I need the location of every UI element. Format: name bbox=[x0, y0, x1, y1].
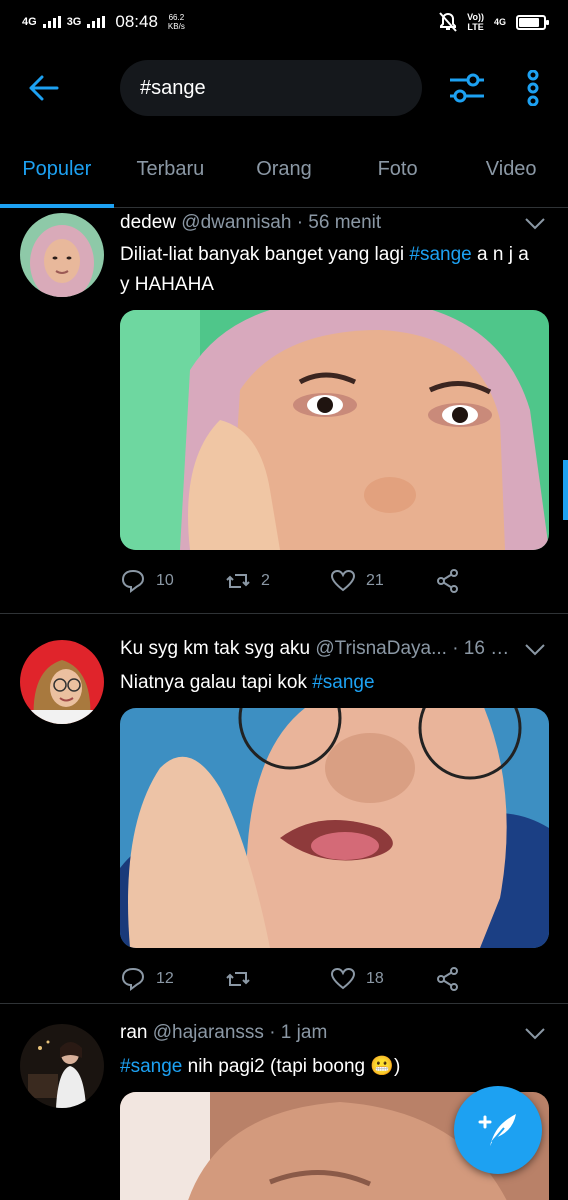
tab-terbaru[interactable]: Terbaru bbox=[114, 140, 228, 207]
retweet-button[interactable]: 2 bbox=[225, 568, 330, 594]
speed-value: 66.2 bbox=[168, 13, 185, 22]
like-count: 18 bbox=[366, 970, 384, 987]
chevron-down-icon[interactable] bbox=[524, 216, 546, 232]
signal-icon bbox=[42, 16, 61, 28]
reply-button[interactable]: 10 bbox=[120, 568, 225, 594]
scrollbar[interactable] bbox=[563, 460, 568, 520]
like-button[interactable]: 18 bbox=[330, 966, 435, 992]
volte-bottom: LTE bbox=[467, 22, 484, 32]
tweet-text-after: nih pagi2 (tapi boong 😬) bbox=[182, 1056, 401, 1077]
tweet-feed: dedew @dwannisah · 56 menit Diliat-liat … bbox=[0, 208, 568, 1200]
tweet-text: Diliat-liat banyak banget yang lagi #san… bbox=[120, 240, 538, 300]
reply-count: 10 bbox=[156, 572, 174, 589]
chevron-down-icon[interactable] bbox=[524, 642, 546, 658]
chevron-down-icon[interactable] bbox=[524, 1026, 546, 1042]
timestamp: · 56 menit bbox=[296, 212, 382, 233]
hashtag-link[interactable]: #sange bbox=[409, 244, 471, 265]
network-type-2: 3G bbox=[66, 15, 82, 28]
tweet-header: ran @hajaransss · 1 jam bbox=[120, 1022, 520, 1044]
tweet-actions: 10 2 21 bbox=[120, 566, 540, 596]
tab-populer[interactable]: Populer bbox=[0, 140, 114, 208]
more-options-button[interactable] bbox=[520, 69, 546, 107]
share-icon bbox=[437, 967, 458, 991]
tab-video[interactable]: Video bbox=[454, 140, 568, 207]
avatar[interactable] bbox=[20, 1024, 104, 1108]
battery-icon bbox=[516, 14, 549, 30]
tweet[interactable]: Ku syg km tak syg aku @TrisnaDaya... · 1… bbox=[0, 614, 568, 1004]
display-name[interactable]: dedew bbox=[120, 212, 176, 233]
reply-icon bbox=[121, 967, 145, 991]
tweet[interactable]: dedew @dwannisah · 56 menit Diliat-liat … bbox=[0, 208, 568, 614]
tweet-text: #sange nih pagi2 (tapi boong 😬) bbox=[120, 1052, 538, 1082]
share-button[interactable] bbox=[435, 966, 540, 992]
handle[interactable]: @TrisnaDaya... bbox=[315, 638, 447, 659]
tweet-photo[interactable] bbox=[120, 310, 549, 550]
like-button[interactable]: 21 bbox=[330, 568, 435, 594]
like-count: 21 bbox=[366, 572, 384, 589]
timestamp: · 16 menit bbox=[452, 638, 520, 659]
tab-orang[interactable]: Orang bbox=[227, 140, 341, 207]
tab-foto[interactable]: Foto bbox=[341, 140, 455, 207]
compose-tweet-button[interactable] bbox=[454, 1086, 542, 1174]
volte-top: Vo)) bbox=[467, 12, 484, 22]
timestamp: · 1 jam bbox=[269, 1022, 328, 1043]
retweet-count: 2 bbox=[261, 572, 270, 589]
reply-count: 12 bbox=[156, 970, 174, 987]
handle[interactable]: @hajaransss bbox=[153, 1022, 264, 1043]
back-arrow-icon bbox=[29, 75, 59, 101]
search-tabs: Populer Terbaru Orang Foto Video bbox=[0, 140, 568, 208]
more-vertical-icon bbox=[527, 69, 539, 107]
like-icon bbox=[330, 967, 356, 990]
search-input[interactable]: #sange bbox=[120, 60, 422, 116]
tweet-text: Niatnya galau tapi kok #sange bbox=[120, 668, 538, 698]
like-icon bbox=[330, 569, 356, 592]
search-query: #sange bbox=[140, 76, 206, 99]
reply-icon bbox=[121, 569, 145, 593]
avatar[interactable] bbox=[20, 213, 104, 297]
back-button[interactable] bbox=[26, 70, 62, 106]
speed-unit: KB/s bbox=[167, 22, 185, 31]
status-bar: 4G 3G 08:48 66.2 KB/s Vo)) LTE 4G bbox=[0, 0, 568, 44]
network-type-1: 4G bbox=[22, 15, 37, 28]
retweet-icon bbox=[226, 574, 250, 588]
search-filter-button[interactable] bbox=[448, 70, 486, 106]
avatar[interactable] bbox=[20, 640, 104, 724]
retweet-button[interactable] bbox=[225, 966, 330, 992]
display-name[interactable]: ran bbox=[120, 1022, 147, 1043]
battery-level bbox=[519, 17, 539, 27]
compose-tweet-icon bbox=[478, 1114, 516, 1146]
filter-icon bbox=[450, 73, 484, 103]
search-header: #sange bbox=[0, 58, 568, 118]
network-type-3: 4G bbox=[493, 17, 506, 27]
tweet-header: Ku syg km tak syg aku @TrisnaDaya... · 1… bbox=[120, 638, 520, 660]
hashtag-link[interactable]: #sange bbox=[312, 672, 374, 693]
retweet-icon bbox=[226, 972, 250, 986]
tweet-text-before: Diliat-liat banyak banget yang lagi bbox=[120, 244, 410, 265]
tweet-text-before: Niatnya galau tapi kok bbox=[120, 672, 313, 693]
hashtag-link[interactable]: #sange bbox=[120, 1056, 182, 1077]
notifications-off-icon bbox=[439, 12, 457, 32]
display-name[interactable]: Ku syg km tak syg aku bbox=[120, 638, 310, 659]
handle[interactable]: @dwannisah bbox=[181, 212, 291, 233]
volte-indicator: Vo)) LTE bbox=[467, 12, 484, 32]
tweet-photo[interactable] bbox=[120, 708, 549, 948]
clock: 08:48 bbox=[115, 12, 158, 31]
reply-button[interactable]: 12 bbox=[120, 966, 225, 992]
share-icon bbox=[437, 569, 458, 593]
signal-icon bbox=[87, 16, 106, 28]
network-speed: 66.2 KB/s bbox=[168, 13, 185, 31]
tweet-actions: 12 18 bbox=[120, 964, 540, 994]
share-button[interactable] bbox=[435, 568, 540, 594]
tweet-header: dedew @dwannisah · 56 menit bbox=[120, 212, 520, 234]
